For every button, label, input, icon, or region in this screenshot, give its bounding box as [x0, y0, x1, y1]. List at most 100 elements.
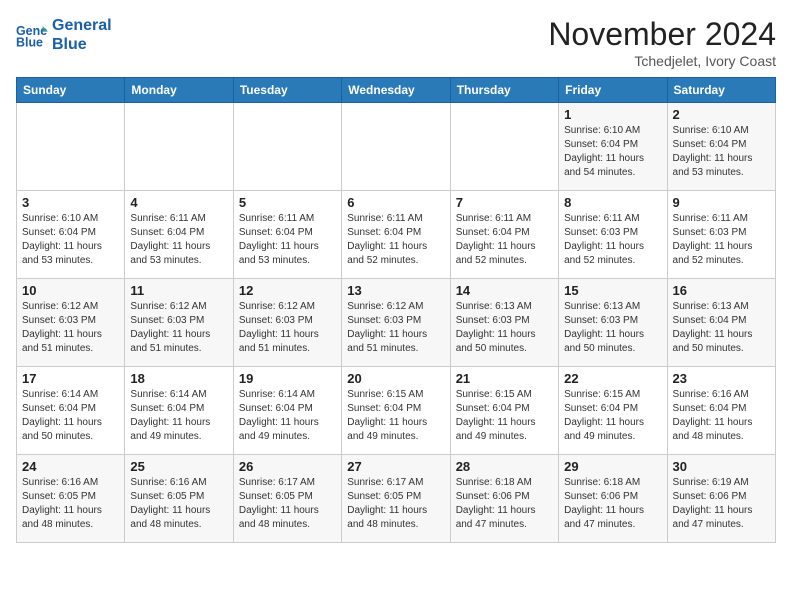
logo: General Blue General Blue — [16, 16, 112, 54]
day-number: 19 — [239, 371, 336, 386]
calendar-cell: 16Sunrise: 6:13 AM Sunset: 6:04 PM Dayli… — [667, 279, 775, 367]
day-number: 28 — [456, 459, 553, 474]
day-info: Sunrise: 6:17 AM Sunset: 6:05 PM Dayligh… — [239, 476, 336, 532]
logo-line1: General — [52, 16, 112, 35]
weekday-header: Monday — [125, 78, 233, 103]
day-info: Sunrise: 6:10 AM Sunset: 6:04 PM Dayligh… — [22, 212, 119, 268]
logo-line2: Blue — [52, 35, 112, 54]
calendar-table: SundayMondayTuesdayWednesdayThursdayFrid… — [16, 77, 776, 543]
day-info: Sunrise: 6:13 AM Sunset: 6:03 PM Dayligh… — [564, 300, 661, 356]
calendar-cell: 13 Sunrise: 6:12 AM Sunset: 6:03 PM Dayli… — [342, 279, 450, 367]
day-info: Sunrise: 6:14 AM Sunset: 6:04 PM Dayligh… — [130, 388, 227, 444]
day-info: Sunrise: 6:17 AM Sunset: 6:05 PM Dayligh… — [347, 476, 444, 532]
calendar-cell: 10Sunrise: 6:12 AM Sunset: 6:03 PM Dayli… — [17, 279, 125, 367]
calendar-cell: 8 Sunrise: 6:11 AM Sunset: 6:03 PM Daylig… — [559, 191, 667, 279]
day-info: Sunrise: 6:15 AM Sunset: 6:04 PM Dayligh… — [347, 388, 444, 444]
day-number: 21 — [456, 371, 553, 386]
calendar-cell: 4Sunrise: 6:11 AM Sunset: 6:04 PM Daylig… — [125, 191, 233, 279]
day-info: Sunrise: 6:15 AM Sunset: 6:04 PM Dayligh… — [456, 388, 553, 444]
calendar-cell — [450, 103, 558, 191]
calendar-cell: 28 Sunrise: 6:18 AM Sunset: 6:06 PM Dayli… — [450, 455, 558, 543]
day-number: 17 — [22, 371, 119, 386]
day-number: 18 — [130, 371, 227, 386]
day-info: Sunrise: 6:11 AM Sunset: 6:04 PM Dayligh… — [130, 212, 227, 268]
calendar-cell — [125, 103, 233, 191]
day-number: 27 — [347, 459, 444, 474]
calendar-cell: 5 Sunrise: 6:11 AM Sunset: 6:04 PM Daylig… — [233, 191, 341, 279]
calendar-cell — [342, 103, 450, 191]
day-number: 22 — [564, 371, 661, 386]
page-header: General Blue General Blue November 2024 … — [16, 16, 776, 69]
calendar-cell: 21 Sunrise: 6:15 AM Sunset: 6:04 PM Dayli… — [450, 367, 558, 455]
day-number: 16 — [673, 283, 770, 298]
day-info: Sunrise: 6:12 AM Sunset: 6:03 PM Dayligh… — [239, 300, 336, 356]
day-info: Sunrise: 6:16 AM Sunset: 6:05 PM Dayligh… — [22, 476, 119, 532]
day-info: Sunrise: 6:11 AM Sunset: 6:04 PM Dayligh… — [347, 212, 444, 268]
day-number: 3 — [22, 195, 119, 210]
day-number: 11 — [130, 283, 227, 298]
day-number: 25 — [130, 459, 227, 474]
title-block: November 2024 Tchedjelet, Ivory Coast — [548, 16, 776, 69]
day-number: 20 — [347, 371, 444, 386]
calendar-cell: 30 Sunrise: 6:19 AM Sunset: 6:06 PM Dayli… — [667, 455, 775, 543]
calendar-header: SundayMondayTuesdayWednesdayThursdayFrid… — [17, 78, 776, 103]
day-number: 23 — [673, 371, 770, 386]
calendar-cell: 11 Sunrise: 6:12 AM Sunset: 6:03 PM Dayli… — [125, 279, 233, 367]
day-number: 7 — [456, 195, 553, 210]
day-number: 29 — [564, 459, 661, 474]
day-info: Sunrise: 6:11 AM Sunset: 6:03 PM Dayligh… — [673, 212, 770, 268]
calendar-cell: 23 Sunrise: 6:16 AM Sunset: 6:04 PM Dayli… — [667, 367, 775, 455]
day-info: Sunrise: 6:11 AM Sunset: 6:04 PM Dayligh… — [456, 212, 553, 268]
calendar-cell: 19 Sunrise: 6:14 AM Sunset: 6:04 PM Dayli… — [233, 367, 341, 455]
calendar-cell: 6 Sunrise: 6:11 AM Sunset: 6:04 PM Daylig… — [342, 191, 450, 279]
calendar-cell: 24Sunrise: 6:16 AM Sunset: 6:05 PM Dayli… — [17, 455, 125, 543]
calendar-cell: 9 Sunrise: 6:11 AM Sunset: 6:03 PM Daylig… — [667, 191, 775, 279]
day-number: 8 — [564, 195, 661, 210]
calendar-cell: 26Sunrise: 6:17 AM Sunset: 6:05 PM Dayli… — [233, 455, 341, 543]
day-number: 9 — [673, 195, 770, 210]
day-number: 6 — [347, 195, 444, 210]
day-info: Sunrise: 6:13 AM Sunset: 6:03 PM Dayligh… — [456, 300, 553, 356]
day-number: 15 — [564, 283, 661, 298]
weekday-header: Friday — [559, 78, 667, 103]
day-info: Sunrise: 6:11 AM Sunset: 6:04 PM Dayligh… — [239, 212, 336, 268]
calendar-cell: 2 Sunrise: 6:10 AM Sunset: 6:04 PM Daylig… — [667, 103, 775, 191]
day-number: 2 — [673, 107, 770, 122]
calendar-cell: 17 Sunrise: 6:14 AM Sunset: 6:04 PM Dayli… — [17, 367, 125, 455]
day-info: Sunrise: 6:18 AM Sunset: 6:06 PM Dayligh… — [564, 476, 661, 532]
weekday-header: Thursday — [450, 78, 558, 103]
calendar-cell: 15 Sunrise: 6:13 AM Sunset: 6:03 PM Dayli… — [559, 279, 667, 367]
day-info: Sunrise: 6:12 AM Sunset: 6:03 PM Dayligh… — [347, 300, 444, 356]
calendar-cell: 22Sunrise: 6:15 AM Sunset: 6:04 PM Dayli… — [559, 367, 667, 455]
location-label: Tchedjelet, Ivory Coast — [548, 53, 776, 69]
day-info: Sunrise: 6:19 AM Sunset: 6:06 PM Dayligh… — [673, 476, 770, 532]
day-number: 5 — [239, 195, 336, 210]
day-info: Sunrise: 6:18 AM Sunset: 6:06 PM Dayligh… — [456, 476, 553, 532]
weekday-header: Sunday — [17, 78, 125, 103]
weekday-header: Saturday — [667, 78, 775, 103]
calendar-cell: 3 Sunrise: 6:10 AM Sunset: 6:04 PM Daylig… — [17, 191, 125, 279]
day-number: 14 — [456, 283, 553, 298]
day-info: Sunrise: 6:16 AM Sunset: 6:05 PM Dayligh… — [130, 476, 227, 532]
day-info: Sunrise: 6:10 AM Sunset: 6:04 PM Dayligh… — [673, 124, 770, 180]
weekday-header: Tuesday — [233, 78, 341, 103]
day-info: Sunrise: 6:14 AM Sunset: 6:04 PM Dayligh… — [22, 388, 119, 444]
calendar-cell: 27 Sunrise: 6:17 AM Sunset: 6:05 PM Dayli… — [342, 455, 450, 543]
day-info: Sunrise: 6:11 AM Sunset: 6:03 PM Dayligh… — [564, 212, 661, 268]
calendar-cell: 7 Sunrise: 6:11 AM Sunset: 6:04 PM Daylig… — [450, 191, 558, 279]
calendar-cell: 25 Sunrise: 6:16 AM Sunset: 6:05 PM Dayli… — [125, 455, 233, 543]
day-number: 12 — [239, 283, 336, 298]
day-number: 30 — [673, 459, 770, 474]
calendar-cell: 14 Sunrise: 6:13 AM Sunset: 6:03 PM Dayli… — [450, 279, 558, 367]
day-info: Sunrise: 6:14 AM Sunset: 6:04 PM Dayligh… — [239, 388, 336, 444]
svg-text:Blue: Blue — [16, 36, 43, 50]
calendar-cell — [17, 103, 125, 191]
month-title: November 2024 — [548, 16, 776, 53]
day-info: Sunrise: 6:16 AM Sunset: 6:04 PM Dayligh… — [673, 388, 770, 444]
calendar-cell — [233, 103, 341, 191]
calendar-cell: 20 Sunrise: 6:15 AM Sunset: 6:04 PM Dayli… — [342, 367, 450, 455]
weekday-header: Wednesday — [342, 78, 450, 103]
calendar-cell: 18 Sunrise: 6:14 AM Sunset: 6:04 PM Dayli… — [125, 367, 233, 455]
day-number: 13 — [347, 283, 444, 298]
day-info: Sunrise: 6:12 AM Sunset: 6:03 PM Dayligh… — [130, 300, 227, 356]
